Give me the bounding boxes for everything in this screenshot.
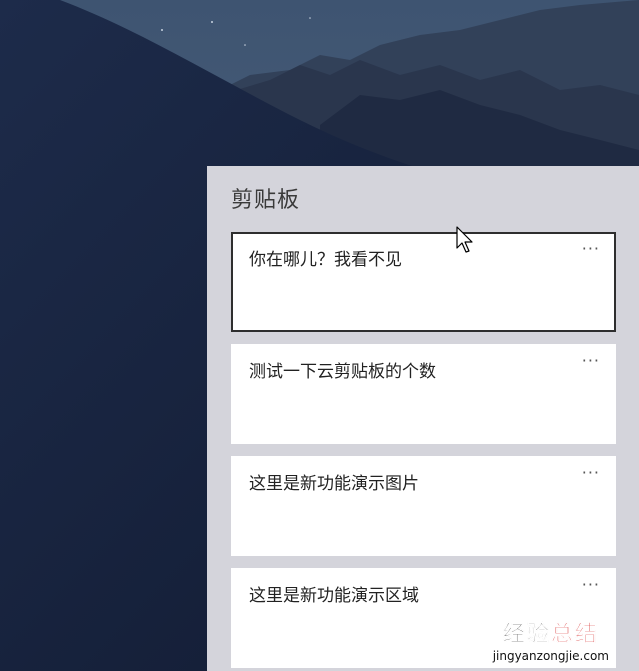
panel-title: 剪贴板 — [231, 188, 301, 213]
more-options-icon[interactable]: ··· — [582, 351, 600, 370]
watermark: 经验总结 jingyanzongjie.com — [493, 616, 609, 663]
watermark-url: jingyanzongjie.com — [492, 649, 609, 663]
watermark-title-part1: 经验 — [502, 622, 551, 648]
more-options-icon[interactable]: ··· — [582, 239, 600, 258]
more-options-icon[interactable]: ··· — [582, 575, 600, 594]
clip-text: 你在哪儿？我看不见 — [249, 250, 402, 270]
watermark-title: 经验总结 — [493, 616, 609, 648]
clip-text: 这里是新功能演示区域 — [249, 586, 419, 606]
watermark-title-part2: 总结 — [550, 622, 599, 648]
clip-item-2[interactable]: 测试一下云剪贴板的个数 ··· — [231, 344, 616, 444]
clip-item-1[interactable]: 你在哪儿？我看不见 ··· — [231, 232, 616, 332]
clip-item-3[interactable]: 这里是新功能演示图片 ··· — [231, 456, 616, 556]
clip-text: 这里是新功能演示图片 — [249, 474, 419, 494]
more-options-icon[interactable]: ··· — [582, 463, 600, 482]
mouse-pointer-icon — [456, 226, 473, 253]
clipboard-panel: 剪贴板 你在哪儿？我看不见 ··· 测试一下云剪贴板的个数 ··· 这里是新功能… — [207, 166, 639, 671]
clip-text: 测试一下云剪贴板的个数 — [249, 362, 436, 382]
